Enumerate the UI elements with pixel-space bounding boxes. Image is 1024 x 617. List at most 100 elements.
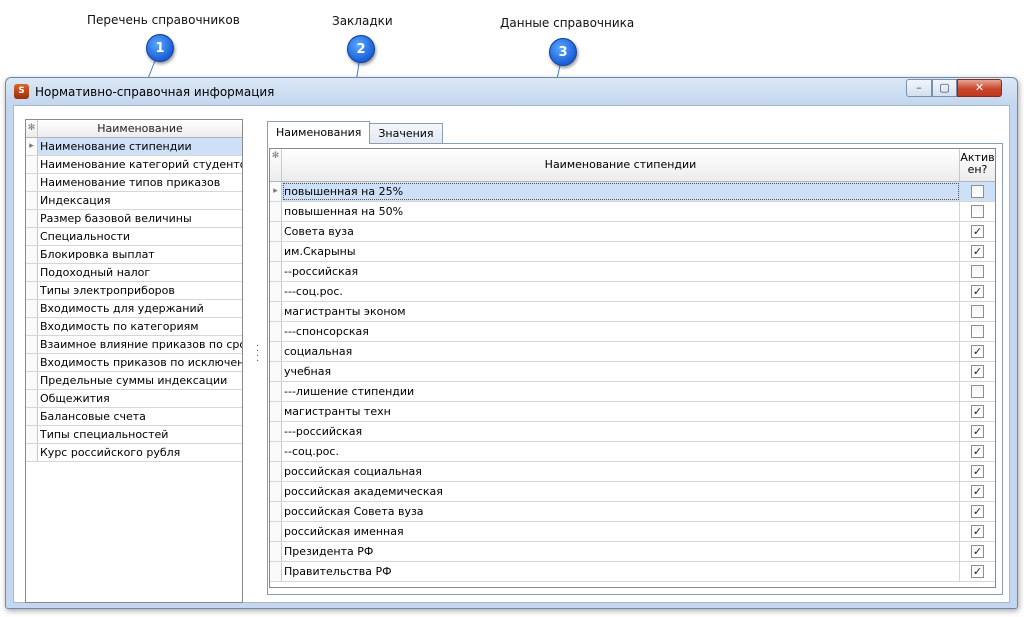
scholarship-name-cell[interactable]: ---лишение стипендии bbox=[282, 382, 960, 401]
directory-list-item[interactable]: Взаимное влияние приказов по срокам bbox=[26, 336, 242, 354]
row-indicator[interactable] bbox=[26, 192, 38, 209]
scholarship-name-cell[interactable]: ---российская bbox=[282, 422, 960, 441]
table-row[interactable]: магистранты техн ✓ bbox=[270, 402, 995, 422]
directory-list-item[interactable]: Входимость для удержаний bbox=[26, 300, 242, 318]
active-checkbox[interactable] bbox=[971, 205, 984, 218]
table-row[interactable]: российская Совета вуза ✓ bbox=[270, 502, 995, 522]
scholarship-name-cell[interactable]: учебная bbox=[282, 362, 960, 381]
table-row[interactable]: Правительства РФ ✓ bbox=[270, 562, 995, 582]
maximize-button[interactable]: ▢ bbox=[932, 79, 957, 97]
scholarship-name-cell[interactable]: социальная bbox=[282, 342, 960, 361]
row-indicator[interactable] bbox=[26, 300, 38, 317]
row-indicator[interactable] bbox=[270, 202, 282, 221]
row-indicator[interactable] bbox=[26, 390, 38, 407]
scholarship-name-cell[interactable]: российская социальная bbox=[282, 462, 960, 481]
directory-list-item[interactable]: Наименование категорий студентов bbox=[26, 156, 242, 174]
scholarship-name-cell[interactable]: ---спонсорская bbox=[282, 322, 960, 341]
row-indicator[interactable] bbox=[270, 542, 282, 561]
scholarship-name-cell[interactable]: российская Совета вуза bbox=[282, 502, 960, 521]
row-indicator[interactable] bbox=[26, 372, 38, 389]
active-checkbox[interactable] bbox=[971, 185, 984, 198]
table-row[interactable]: учебная ✓ bbox=[270, 362, 995, 382]
tab-names[interactable]: Наименования bbox=[267, 121, 371, 144]
active-checkbox[interactable]: ✓ bbox=[971, 365, 984, 378]
scholarship-name-cell[interactable]: повышенная на 50% bbox=[282, 202, 960, 221]
table-row[interactable]: российская именная ✓ bbox=[270, 522, 995, 542]
directory-list-item[interactable]: Курс российского рубля bbox=[26, 444, 242, 462]
active-checkbox[interactable] bbox=[971, 385, 984, 398]
active-checkbox[interactable]: ✓ bbox=[971, 405, 984, 418]
scholarship-name-cell[interactable]: российская именная bbox=[282, 522, 960, 541]
row-indicator[interactable]: ▸ bbox=[26, 138, 38, 155]
row-indicator[interactable] bbox=[270, 522, 282, 541]
active-checkbox[interactable]: ✓ bbox=[971, 505, 984, 518]
table-row[interactable]: --российская bbox=[270, 262, 995, 282]
column-header-name[interactable]: Наименование bbox=[38, 120, 242, 137]
table-row[interactable]: им.Скарыны ✓ bbox=[270, 242, 995, 262]
row-indicator[interactable] bbox=[26, 282, 38, 299]
directory-list-item[interactable]: Специальности bbox=[26, 228, 242, 246]
row-indicator[interactable] bbox=[26, 156, 38, 173]
active-checkbox[interactable] bbox=[971, 305, 984, 318]
window-titlebar[interactable]: S Нормативно-справочная информация – ▢ ✕ bbox=[6, 78, 1017, 105]
active-checkbox[interactable]: ✓ bbox=[971, 425, 984, 438]
scholarship-name-cell[interactable]: Президента РФ bbox=[282, 542, 960, 561]
directory-list-item[interactable]: Индексация bbox=[26, 192, 242, 210]
active-checkbox[interactable]: ✓ bbox=[971, 245, 984, 258]
directory-list-grid[interactable]: ✻ Наименование ▸ Наименование стипендии На… bbox=[25, 119, 243, 603]
row-indicator[interactable] bbox=[270, 402, 282, 421]
row-indicator[interactable] bbox=[26, 444, 38, 461]
active-checkbox[interactable]: ✓ bbox=[971, 445, 984, 458]
active-checkbox[interactable]: ✓ bbox=[971, 465, 984, 478]
table-row[interactable]: ▸ повышенная на 25% bbox=[270, 182, 995, 202]
scholarship-name-cell[interactable]: повышенная на 25% bbox=[282, 182, 960, 201]
row-indicator[interactable]: ▸ bbox=[270, 182, 282, 201]
scholarship-names-grid[interactable]: ✻ Наименование стипендии Актив ен? ▸ повы… bbox=[269, 148, 996, 588]
scholarship-name-cell[interactable]: --российская bbox=[282, 262, 960, 281]
row-indicator[interactable] bbox=[26, 246, 38, 263]
row-indicator[interactable] bbox=[26, 426, 38, 443]
row-indicator[interactable] bbox=[26, 318, 38, 335]
column-header-scholarship-name[interactable]: Наименование стипендии bbox=[282, 149, 960, 181]
scholarship-name-cell[interactable]: --соц.рос. bbox=[282, 442, 960, 461]
row-indicator[interactable] bbox=[270, 302, 282, 321]
active-checkbox[interactable]: ✓ bbox=[971, 345, 984, 358]
row-indicator[interactable] bbox=[270, 362, 282, 381]
directory-list-item[interactable]: Входимость по категориям bbox=[26, 318, 242, 336]
row-indicator[interactable] bbox=[270, 442, 282, 461]
tab-values[interactable]: Значения bbox=[369, 123, 443, 144]
row-indicator[interactable] bbox=[270, 502, 282, 521]
table-row[interactable]: ---соц.рос. ✓ bbox=[270, 282, 995, 302]
row-indicator[interactable] bbox=[270, 462, 282, 481]
directory-list-item[interactable]: ▸ Наименование стипендии bbox=[26, 138, 242, 156]
column-header-active[interactable]: Актив ен? bbox=[960, 149, 995, 181]
directory-list-item[interactable]: Балансовые счета bbox=[26, 408, 242, 426]
active-checkbox[interactable]: ✓ bbox=[971, 285, 984, 298]
row-indicator[interactable] bbox=[270, 482, 282, 501]
splitter-handle[interactable]: · · · · bbox=[256, 342, 260, 367]
row-indicator[interactable] bbox=[26, 336, 38, 353]
row-indicator[interactable] bbox=[26, 264, 38, 281]
directory-list-item[interactable]: Размер базовой величины bbox=[26, 210, 242, 228]
scholarship-name-cell[interactable]: магистранты эконом bbox=[282, 302, 960, 321]
row-indicator[interactable] bbox=[270, 262, 282, 281]
directory-list-item[interactable]: Общежития bbox=[26, 390, 242, 408]
scholarship-name-cell[interactable]: российская академическая bbox=[282, 482, 960, 501]
active-checkbox[interactable]: ✓ bbox=[971, 225, 984, 238]
active-checkbox[interactable] bbox=[971, 265, 984, 278]
scholarship-name-cell[interactable]: Правительства РФ bbox=[282, 562, 960, 581]
active-checkbox[interactable]: ✓ bbox=[971, 525, 984, 538]
active-checkbox[interactable]: ✓ bbox=[971, 565, 984, 578]
row-indicator[interactable] bbox=[26, 354, 38, 371]
row-indicator[interactable] bbox=[270, 382, 282, 401]
row-indicator[interactable] bbox=[270, 422, 282, 441]
active-checkbox[interactable]: ✓ bbox=[971, 485, 984, 498]
minimize-button[interactable]: – bbox=[906, 79, 932, 97]
directory-list-item[interactable]: Типы специальностей bbox=[26, 426, 242, 444]
scholarship-name-cell[interactable]: ---соц.рос. bbox=[282, 282, 960, 301]
active-checkbox[interactable] bbox=[971, 325, 984, 338]
row-indicator[interactable] bbox=[270, 562, 282, 581]
directory-list-item[interactable]: Типы электроприборов bbox=[26, 282, 242, 300]
directory-list-item[interactable]: Наименование типов приказов bbox=[26, 174, 242, 192]
table-row[interactable]: Президента РФ ✓ bbox=[270, 542, 995, 562]
